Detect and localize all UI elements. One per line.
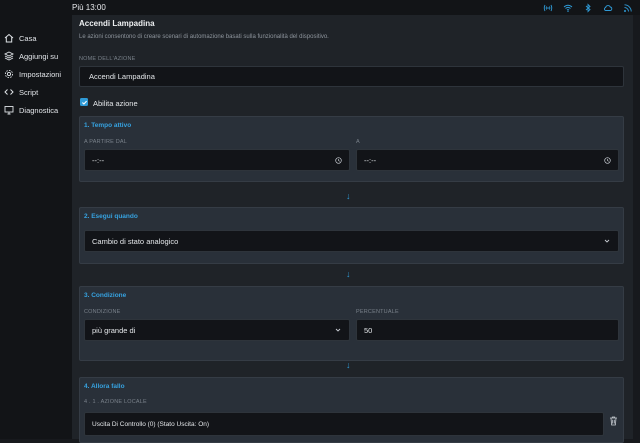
sidebar-item-aggiungi-su[interactable]: Aggiungi su xyxy=(4,49,58,63)
status-icons xyxy=(542,2,633,13)
sidebar-item-impostazioni[interactable]: Impostazioni xyxy=(4,67,61,81)
enable-action-checkbox[interactable] xyxy=(80,98,88,106)
trigger-select-value: Cambio di stato analogico xyxy=(92,236,179,246)
clock-icon[interactable] xyxy=(335,156,342,164)
chevron-down-icon xyxy=(604,239,610,243)
flow-arrow-icon: ↓ xyxy=(346,191,351,201)
to-time-input[interactable]: --:-- xyxy=(356,149,619,171)
code-icon xyxy=(4,87,14,97)
percentage-label: PERCENTUALE xyxy=(356,309,399,315)
from-time-input[interactable]: --:-- xyxy=(84,149,350,171)
sidebar-item-diagnostica[interactable]: Diagnostica xyxy=(4,103,58,117)
section-title: 3. Condizione xyxy=(84,292,127,299)
trash-icon[interactable] xyxy=(609,416,618,426)
sidebar: Casa Aggiungi su Impostazioni Script Dia… xyxy=(0,0,72,439)
local-action-field[interactable]: Uscita Di Controllo (0) (Stato Uscita: O… xyxy=(84,412,604,436)
sidebar-item-script[interactable]: Script xyxy=(4,85,38,99)
section-then-do: 4. Allora fallo 4 . 1 . AZIONE LOCALE Us… xyxy=(79,377,624,443)
cloud-icon[interactable] xyxy=(602,2,613,13)
section-title: 4. Allora fallo xyxy=(84,383,125,390)
gear-icon xyxy=(4,69,14,79)
trigger-select[interactable]: Cambio di stato analogico xyxy=(84,230,619,252)
section-condition: 3. Condizione CONDIZIONE PERCENTUALE più… xyxy=(79,286,624,361)
section-title: 2. Esegui quando xyxy=(84,213,138,220)
flow-arrow-icon: ↓ xyxy=(346,269,351,279)
layers-icon xyxy=(4,51,14,61)
flow-arrow-icon: ↓ xyxy=(346,360,351,370)
condition-select-value: più grande di xyxy=(92,325,136,335)
action-name-label: NOME DELL'AZIONE xyxy=(79,56,136,62)
condition-select[interactable]: più grande di xyxy=(84,319,350,341)
wifi-signal-icon[interactable] xyxy=(542,2,553,13)
wifi-icon[interactable] xyxy=(562,2,573,13)
to-time-label: A xyxy=(356,139,360,145)
top-bar: Più 13:00 xyxy=(72,0,640,15)
sidebar-item-label: Aggiungi su xyxy=(19,51,59,61)
from-time-value: --:-- xyxy=(92,155,105,165)
sidebar-item-label: Impostazioni xyxy=(19,69,62,79)
rss-icon[interactable] xyxy=(622,2,633,13)
condition-label: CONDIZIONE xyxy=(84,309,121,315)
section-execute-when: 2. Esegui quando Cambio di stato analogi… xyxy=(79,207,624,264)
app-title: Più 13:00 xyxy=(72,3,106,12)
home-icon xyxy=(4,33,14,43)
bluetooth-icon[interactable] xyxy=(582,2,593,13)
section-active-time: 1. Tempo attivo A PARTIRE DAL A --:-- --… xyxy=(79,116,624,182)
sidebar-item-casa[interactable]: Casa xyxy=(4,31,37,45)
action-editor-panel: Accendi Lampadina Le azioni consentono d… xyxy=(72,15,633,443)
section-title: 1. Tempo attivo xyxy=(84,122,132,129)
page-description: Le azioni consentono di creare scenari d… xyxy=(79,34,329,40)
clock-icon[interactable] xyxy=(604,156,611,164)
sidebar-item-label: Casa xyxy=(19,33,37,43)
action-name-input[interactable]: Accendi Lampadina xyxy=(79,66,624,87)
page-title: Accendi Lampadina xyxy=(79,19,155,28)
to-time-value: --:-- xyxy=(364,155,377,165)
local-action-label: 4 . 1 . AZIONE LOCALE xyxy=(84,399,147,405)
percentage-input[interactable]: 50 xyxy=(356,319,619,341)
from-time-label: A PARTIRE DAL xyxy=(84,139,128,145)
enable-action-label: Abilita azione xyxy=(93,99,138,108)
sidebar-item-label: Script xyxy=(19,87,39,97)
sidebar-item-label: Diagnostica xyxy=(19,105,59,115)
monitor-icon xyxy=(4,105,14,115)
chevron-down-icon xyxy=(335,328,341,332)
